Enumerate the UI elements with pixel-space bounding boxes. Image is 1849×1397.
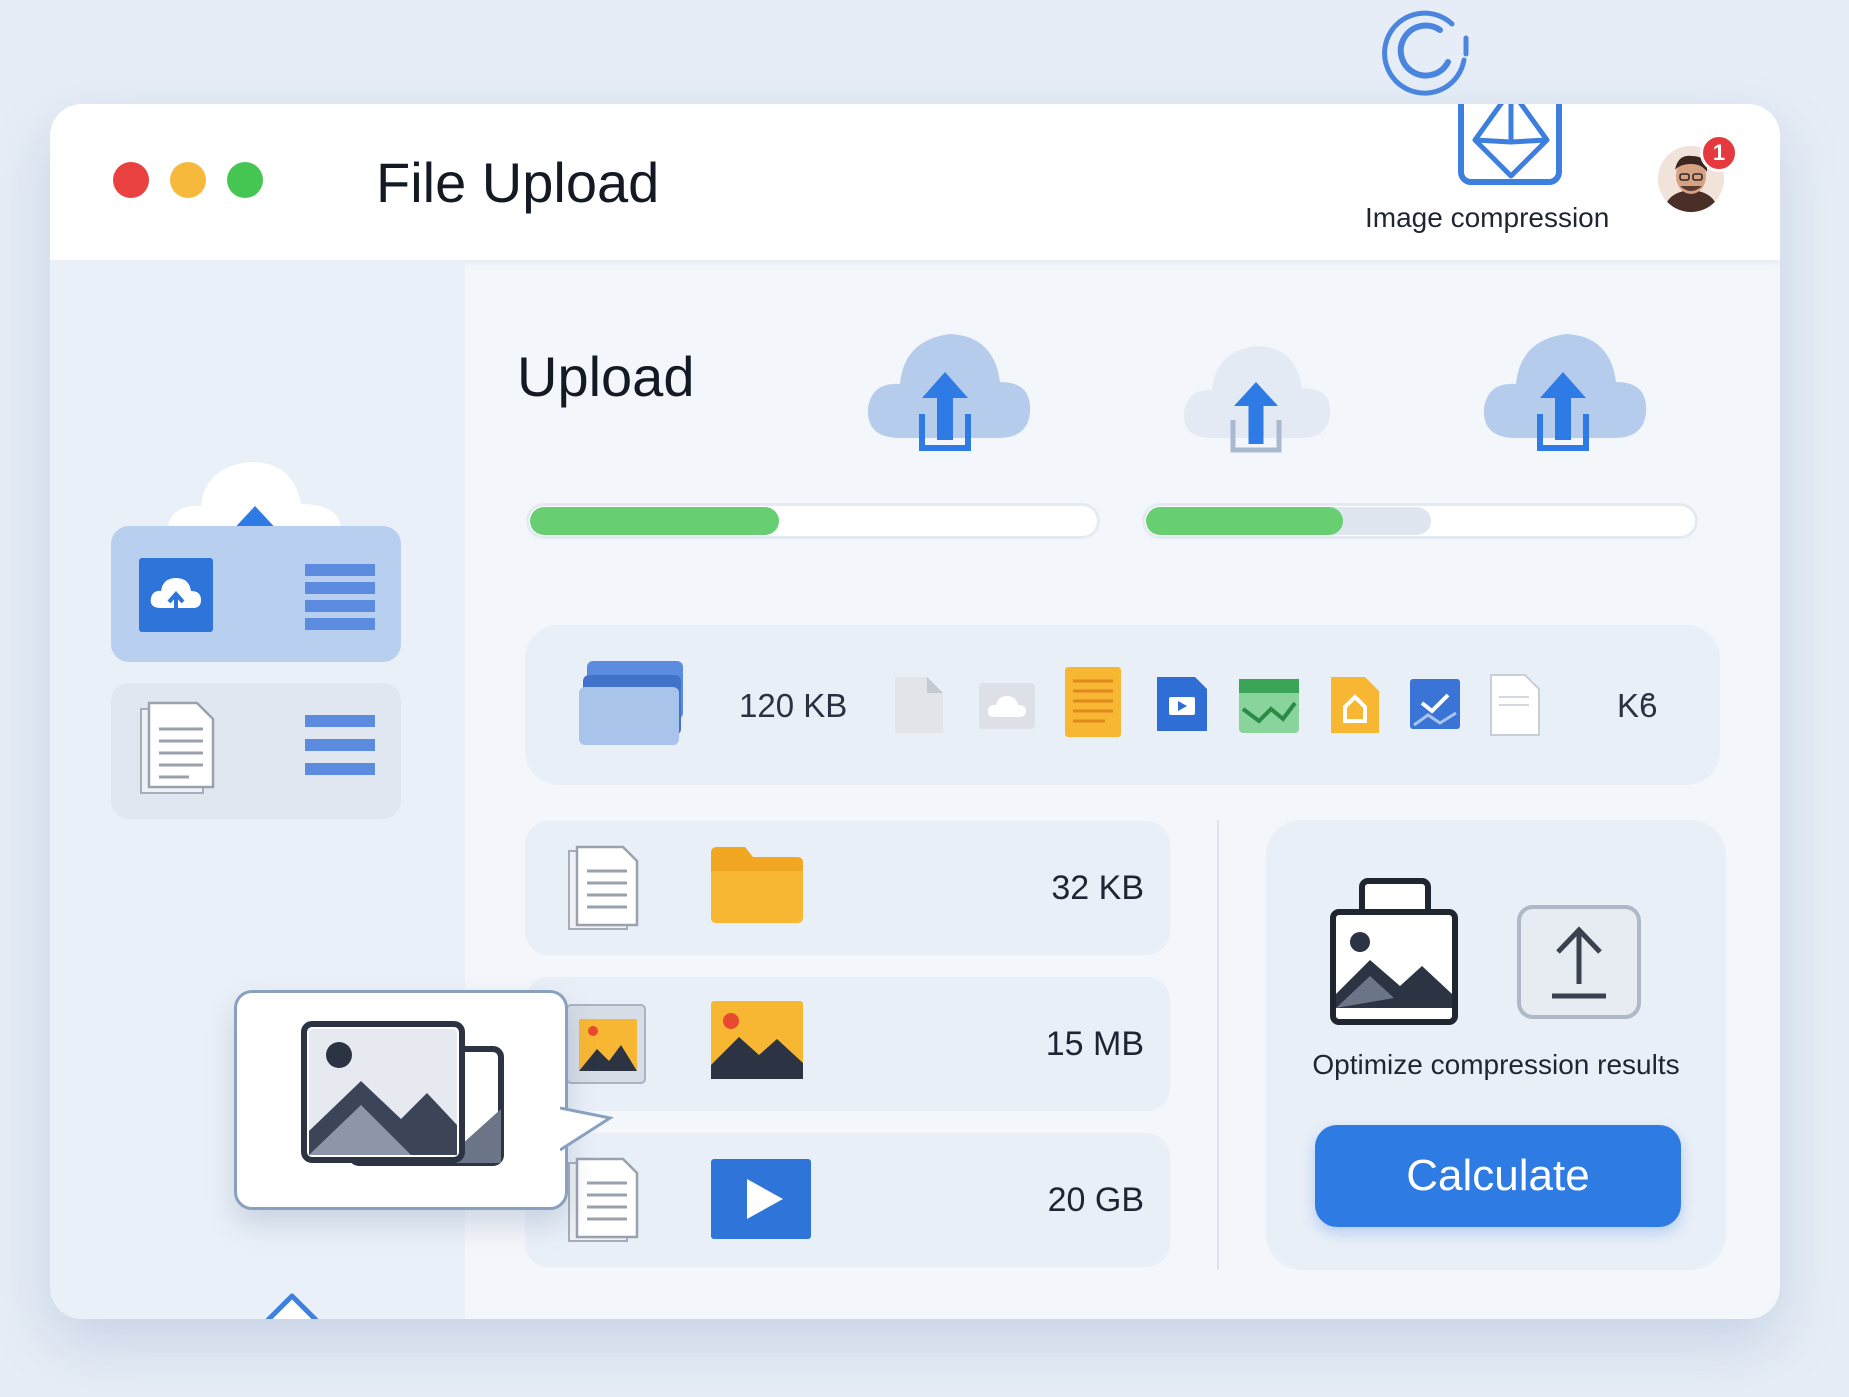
cloud-upload-icon bbox=[139, 558, 213, 632]
video-icon[interactable] bbox=[1155, 675, 1209, 733]
file-size: 20 GB bbox=[1047, 1181, 1144, 1219]
strip-unit-label: Kϐ bbox=[1617, 687, 1658, 724]
upload-icon[interactable] bbox=[1516, 904, 1642, 1020]
cloud-upload-icon[interactable] bbox=[866, 324, 1032, 458]
stacked-cards-icon bbox=[579, 661, 689, 747]
image-green-icon[interactable] bbox=[1239, 679, 1299, 733]
minimize-window-button[interactable] bbox=[170, 162, 206, 198]
maximize-window-button[interactable] bbox=[227, 162, 263, 198]
progress-fill bbox=[1146, 507, 1344, 535]
popover-pointer bbox=[560, 1104, 616, 1154]
file-row-image[interactable]: 15 MB bbox=[525, 977, 1170, 1111]
cloud-icon[interactable] bbox=[979, 683, 1035, 731]
compression-label: Optimize compression results bbox=[1312, 1049, 1680, 1080]
file-types-strip: 120 KB Kϐ bbox=[525, 625, 1720, 785]
progress-fill bbox=[530, 507, 780, 535]
calculate-button[interactable]: Calculate bbox=[1315, 1125, 1681, 1227]
app-window: File Upload Image compression 1 Upload 1… bbox=[50, 104, 1780, 1319]
cloud-upload-icon[interactable] bbox=[1182, 334, 1332, 460]
list-icon bbox=[305, 564, 375, 632]
orange-doc-icon[interactable] bbox=[1065, 667, 1121, 737]
file-row-folder[interactable]: 32 KB bbox=[525, 821, 1170, 955]
upload-heading: Upload bbox=[517, 345, 695, 408]
upload-arrow-icon[interactable] bbox=[256, 1292, 328, 1319]
file-size: 32 KB bbox=[1051, 869, 1144, 907]
title-bar: File Upload Image compression 1 bbox=[50, 104, 1780, 260]
sidebar-item-upload[interactable] bbox=[111, 526, 401, 662]
sync-icon bbox=[1368, 0, 1480, 100]
blank-doc-icon[interactable] bbox=[1489, 673, 1541, 737]
image-icon bbox=[711, 1001, 803, 1079]
image-preview-popover bbox=[234, 990, 568, 1210]
printer-image-icon bbox=[1330, 878, 1458, 1026]
image-file-icon bbox=[567, 999, 647, 1085]
image-icon bbox=[301, 1021, 505, 1169]
play-video-icon[interactable] bbox=[711, 1159, 811, 1239]
image-check-icon[interactable] bbox=[1410, 679, 1460, 729]
sidebar-item-documents[interactable] bbox=[111, 683, 401, 819]
file-gray-icon[interactable] bbox=[893, 675, 945, 735]
file-row-video[interactable]: 20 GB bbox=[525, 1133, 1170, 1267]
list-icon bbox=[305, 715, 375, 777]
upload-progress-bar bbox=[1142, 503, 1698, 539]
upload-progress-bar bbox=[526, 503, 1100, 539]
folder-icon bbox=[711, 847, 803, 923]
notification-badge[interactable]: 1 bbox=[1700, 134, 1738, 172]
document-icon bbox=[567, 845, 639, 931]
orange-file-icon[interactable] bbox=[1329, 675, 1381, 735]
brand-label: Image compression bbox=[1365, 202, 1610, 233]
file-size: 15 MB bbox=[1045, 1025, 1144, 1063]
cloud-upload-icon[interactable] bbox=[1482, 324, 1648, 458]
window-title: File Upload bbox=[376, 151, 660, 214]
strip-size-label: 120 KB bbox=[739, 687, 848, 724]
document-icon bbox=[567, 1157, 639, 1243]
document-icon bbox=[139, 701, 215, 795]
compression-panel: Optimize compression results Calculate bbox=[1266, 820, 1726, 1270]
image-compression-icon[interactable] bbox=[1457, 104, 1565, 186]
content-divider bbox=[1217, 820, 1219, 1270]
close-window-button[interactable] bbox=[113, 162, 149, 198]
